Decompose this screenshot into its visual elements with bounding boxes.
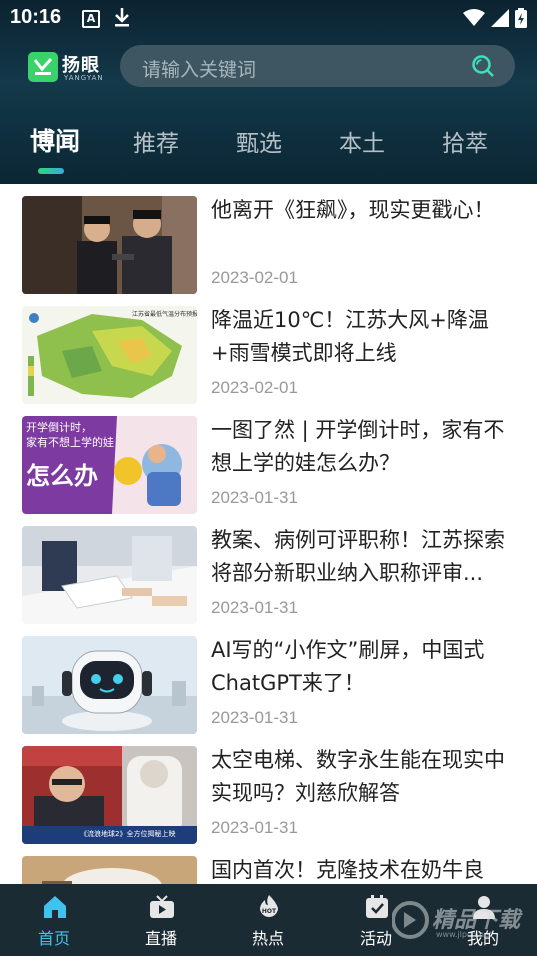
category-tabs: 博闻 推荐 甄选 本土 拾萃 bbox=[0, 118, 537, 178]
hot-icon: HOT bbox=[256, 894, 282, 920]
nav-home[interactable]: 首页 bbox=[4, 884, 104, 956]
news-thumbnail: 《流浪地球2》全方位揭秘上映 bbox=[22, 746, 197, 844]
news-item[interactable]: 他离开《狂飙》，现实更戳心！ 2023-02-01 bbox=[0, 184, 537, 294]
news-date: 2023-01-31 bbox=[211, 488, 298, 507]
tab-zhenxuan[interactable]: 甄选 bbox=[236, 124, 282, 158]
nav-hot[interactable]: HOT 热点 bbox=[218, 884, 318, 956]
battery-icon bbox=[515, 8, 527, 32]
logo-mark-icon bbox=[28, 52, 58, 82]
tab-shicui[interactable]: 拾萃 bbox=[442, 124, 488, 158]
thumb-caption: 《流浪地球2》全方位揭秘上映 bbox=[80, 830, 176, 838]
news-thumbnail bbox=[22, 636, 197, 734]
thumb-text-line2: 家有不想上学的娃 bbox=[26, 436, 114, 449]
watermark-url: www.jlpcn.net bbox=[436, 930, 493, 939]
news-date: 2023-02-01 bbox=[211, 378, 298, 397]
nav-live[interactable]: 直播 bbox=[111, 884, 211, 956]
news-item[interactable]: AI写的“小作文”刷屏，中国式ChatGPT来了！ 2023-01-31 bbox=[0, 624, 537, 734]
signal-icon bbox=[491, 9, 509, 31]
news-thumbnail bbox=[22, 526, 197, 624]
news-date: 2023-01-31 bbox=[211, 818, 298, 837]
wifi-icon bbox=[463, 9, 485, 31]
news-thumbnail: 江苏省最低气温分布预报 bbox=[22, 306, 197, 404]
news-item[interactable]: 国内首次！克隆技术在奶牛良 bbox=[0, 844, 537, 884]
status-bar: 10:16 A bbox=[0, 0, 537, 38]
search-bar[interactable]: 请输入关键词 bbox=[120, 45, 515, 87]
news-item[interactable]: 开学倒计时， 家有不想上学的娃 怎么办 一图了然 | 开学倒计时，家有不想上学的… bbox=[0, 404, 537, 514]
nav-live-label: 直播 bbox=[144, 929, 177, 948]
news-date: 2023-02-01 bbox=[211, 268, 298, 287]
tab-bowen[interactable]: 博闻 bbox=[30, 122, 80, 158]
active-tab-indicator bbox=[38, 168, 64, 174]
nav-hot-label: 热点 bbox=[251, 929, 284, 948]
notification-a-icon: A bbox=[82, 10, 100, 28]
tab-tuijian[interactable]: 推荐 bbox=[133, 124, 179, 158]
search-placeholder: 请输入关键词 bbox=[142, 59, 257, 81]
news-item[interactable]: 教案、病例可评职称！江苏探索将部分新职业纳入职称评审... 2023-01-31 bbox=[0, 514, 537, 624]
news-title[interactable]: 国内首次！克隆技术在奶牛良 bbox=[211, 854, 511, 884]
search-icon[interactable] bbox=[471, 54, 495, 78]
news-thumbnail bbox=[22, 856, 197, 884]
news-title[interactable]: 太空电梯、数字永生能在现实中实现吗？刘慈欣解答 bbox=[211, 744, 511, 810]
news-title[interactable]: 降温近10℃！江苏大风+降温+雨雪模式即将上线 bbox=[211, 304, 511, 370]
news-date: 2023-01-31 bbox=[211, 598, 298, 617]
app-logo: 扬眼 YANGYAN bbox=[28, 50, 108, 84]
news-item[interactable]: 《流浪地球2》全方位揭秘上映 太空电梯、数字永生能在现实中实现吗？刘慈欣解答 2… bbox=[0, 734, 537, 844]
news-list[interactable]: 他离开《狂飙》，现实更戳心！ 2023-02-01 江苏省最低气温分布预报 降温… bbox=[0, 184, 537, 884]
news-title[interactable]: 一图了然 | 开学倒计时，家有不想上学的娃怎么办？ bbox=[211, 414, 511, 480]
nav-home-label: 首页 bbox=[37, 929, 70, 948]
home-icon bbox=[42, 894, 68, 920]
thumb-caption: 江苏省最低气温分布预报 bbox=[132, 311, 197, 318]
watermark: 精品下载 www.jlpcn.net bbox=[392, 890, 537, 950]
thumb-text-line3: 怎么办 bbox=[26, 462, 98, 490]
news-thumbnail: 开学倒计时， 家有不想上学的娃 怎么办 bbox=[22, 416, 197, 514]
news-thumbnail bbox=[22, 196, 197, 294]
logo-subtext: YANGYAN bbox=[64, 74, 104, 82]
tv-icon bbox=[149, 894, 175, 920]
news-date: 2023-01-31 bbox=[211, 708, 298, 727]
svg-text:HOT: HOT bbox=[262, 908, 277, 915]
news-title[interactable]: AI写的“小作文”刷屏，中国式ChatGPT来了！ bbox=[211, 634, 511, 700]
news-item[interactable]: 江苏省最低气温分布预报 降温近10℃！江苏大风+降温+雨雪模式即将上线 2023… bbox=[0, 294, 537, 404]
news-title[interactable]: 他离开《狂飙》，现实更戳心！ bbox=[211, 194, 511, 227]
status-time: 10:16 bbox=[10, 6, 62, 28]
thumb-text-line1: 开学倒计时， bbox=[26, 421, 92, 434]
app-header: 10:16 A 扬眼 YANGYAN 请输入关键词 博闻 推荐 甄选 本土 拾萃 bbox=[0, 0, 537, 184]
download-icon bbox=[113, 6, 131, 33]
activity-icon bbox=[364, 894, 390, 920]
news-title[interactable]: 教案、病例可评职称！江苏探索将部分新职业纳入职称评审... bbox=[211, 524, 511, 590]
tab-bentu[interactable]: 本土 bbox=[339, 124, 385, 158]
